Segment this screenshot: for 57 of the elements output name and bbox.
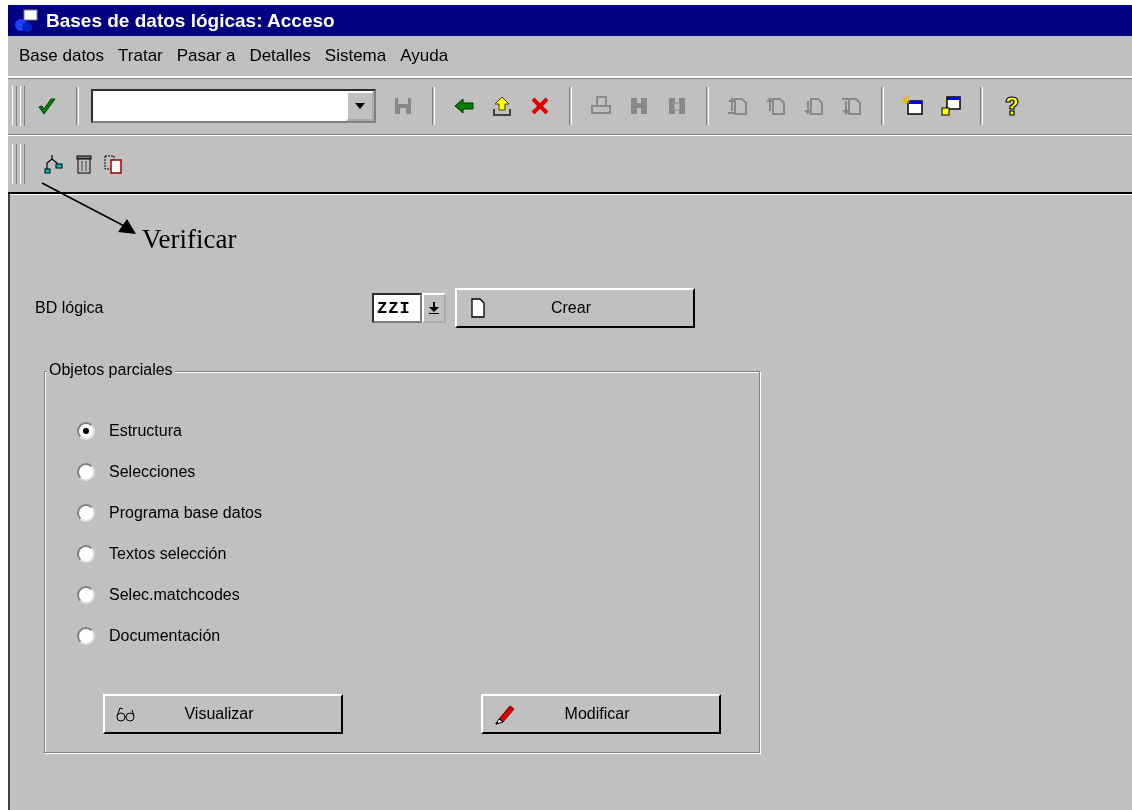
display-button[interactable]: Visualizar bbox=[103, 694, 343, 734]
radio-label: Programa base datos bbox=[109, 503, 262, 522]
up-arrow-button[interactable] bbox=[491, 95, 513, 117]
cancel-button[interactable] bbox=[529, 95, 551, 117]
annotation-label: Verificar bbox=[142, 224, 237, 256]
hierarchy-icon bbox=[43, 152, 65, 175]
radio-label: Selecciones bbox=[109, 462, 196, 481]
radio-button[interactable] bbox=[77, 544, 95, 563]
trash-button[interactable] bbox=[73, 152, 95, 175]
command-field[interactable] bbox=[91, 89, 376, 123]
copy-button[interactable] bbox=[103, 152, 125, 175]
shortcut-button[interactable] bbox=[940, 95, 962, 117]
next-page-icon bbox=[803, 95, 825, 117]
first-page-icon bbox=[727, 95, 749, 117]
binoculars-icon bbox=[628, 95, 650, 117]
menu-item[interactable]: Pasar a bbox=[169, 46, 243, 66]
trash-icon bbox=[73, 152, 95, 175]
menu-item[interactable]: Base datos bbox=[12, 46, 112, 66]
back-arrow-icon bbox=[453, 95, 475, 117]
shortcut-icon bbox=[940, 95, 962, 117]
copy-icon bbox=[103, 152, 125, 175]
last-page-icon bbox=[841, 95, 863, 117]
value-help-button[interactable] bbox=[422, 293, 446, 323]
radio-label: Documentación bbox=[109, 626, 221, 645]
previous-page-icon bbox=[765, 95, 787, 117]
menu-item[interactable]: Ayuda bbox=[393, 46, 456, 66]
radio-label: Selec.matchcodes bbox=[109, 585, 240, 604]
radio-button[interactable] bbox=[77, 503, 95, 522]
menu-item[interactable]: Sistema bbox=[317, 46, 394, 66]
dropdown-arrow-icon bbox=[354, 102, 366, 110]
down-arrow-icon bbox=[428, 301, 440, 315]
radio-label: Textos selección bbox=[109, 544, 227, 563]
new-window-button[interactable] bbox=[902, 95, 924, 117]
menu-item[interactable]: Detalles bbox=[242, 46, 318, 66]
binoculars-plus-icon bbox=[666, 95, 688, 117]
check-button[interactable] bbox=[36, 95, 58, 117]
hierarchy-button[interactable] bbox=[43, 152, 65, 175]
menu-item[interactable]: Tratar bbox=[111, 46, 170, 66]
window-title: Bases de datos lógicas: Acceso bbox=[46, 9, 335, 32]
field-label: BD lógica bbox=[35, 299, 105, 317]
check-icon bbox=[36, 95, 58, 117]
change-button[interactable]: Modificar bbox=[481, 694, 721, 734]
radio-button[interactable] bbox=[77, 421, 95, 440]
app-icon bbox=[14, 8, 40, 33]
group-title: Objetos parciales bbox=[47, 361, 175, 379]
create-button[interactable]: Crear bbox=[455, 288, 695, 328]
cancel-icon bbox=[529, 95, 551, 117]
back-arrow-button[interactable] bbox=[453, 95, 475, 117]
radio-button[interactable] bbox=[77, 626, 95, 645]
printer-icon bbox=[590, 95, 612, 117]
logical-db-field[interactable]: ZZI bbox=[372, 293, 422, 323]
radio-button[interactable] bbox=[77, 462, 95, 481]
new-window-icon bbox=[902, 95, 924, 117]
pencil-icon bbox=[493, 703, 515, 725]
radio-button[interactable] bbox=[77, 585, 95, 604]
radio-label: Estructura bbox=[109, 421, 182, 440]
up-arrow-icon bbox=[491, 95, 513, 117]
